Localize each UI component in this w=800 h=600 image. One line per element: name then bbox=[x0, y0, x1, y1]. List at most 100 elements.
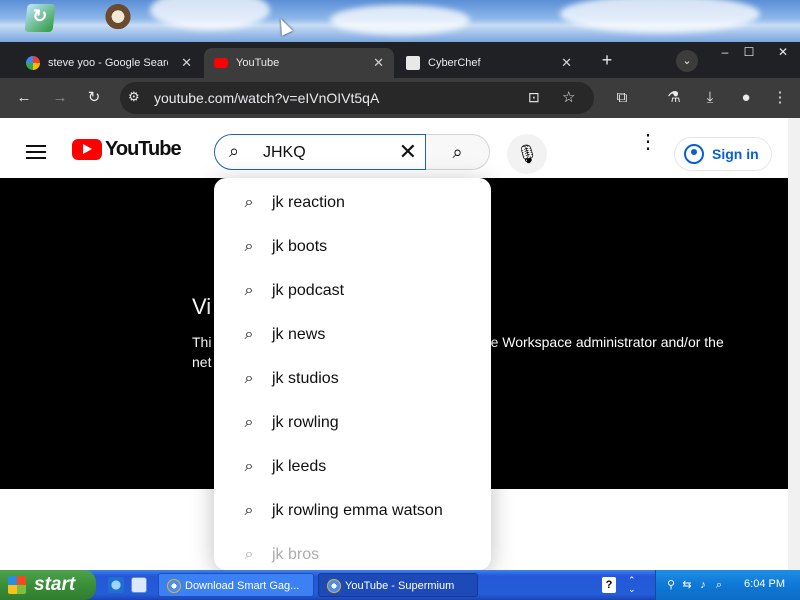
tab-title: steve yoo - Google Search bbox=[48, 57, 168, 69]
expand-chevron-icon[interactable]: ⌃ ⌄ bbox=[628, 576, 636, 594]
youtube-header: YouTube ⌕ JHKQ ✕ ⌕ 🎙 ⋮ Sign in bbox=[0, 122, 800, 180]
browser-app-icon bbox=[327, 579, 341, 593]
show-desktop-icon[interactable] bbox=[131, 577, 147, 593]
suggestion-item[interactable]: ⌕ jk news bbox=[214, 313, 491, 357]
search-box[interactable]: ⌕ JHKQ ✕ bbox=[214, 134, 426, 170]
cyberchef-icon bbox=[406, 56, 420, 70]
start-label: start bbox=[34, 574, 76, 595]
search-icon: ⌕ bbox=[244, 370, 254, 387]
safely-remove-icon[interactable]: ⇆ bbox=[680, 578, 694, 592]
suggestion-text: jk rowling emma watson bbox=[272, 502, 443, 519]
search-icon: ⌕ bbox=[244, 326, 254, 343]
message-start: Thi bbox=[192, 334, 212, 350]
player-error-heading: Vi bbox=[192, 294, 212, 319]
volume-icon[interactable]: ♪ bbox=[696, 578, 710, 592]
search-icon: ⌕ bbox=[244, 414, 254, 431]
suggestion-text: jk leeds bbox=[272, 458, 327, 475]
bookmark-star-icon[interactable]: ☆ bbox=[562, 88, 575, 106]
install-app-icon[interactable]: ⊡ bbox=[528, 89, 540, 106]
suggestion-item[interactable]: ⌕ jk rowling emma watson bbox=[214, 489, 491, 533]
suggestion-item[interactable]: ⌕ jk reaction bbox=[214, 181, 491, 225]
back-arrow-icon[interactable]: ← bbox=[14, 88, 34, 108]
search-icon: ⌕ bbox=[244, 458, 254, 475]
task-youtube-supermium[interactable]: YouTube - Supermium bbox=[318, 573, 478, 597]
tab-search-chevron-icon[interactable]: ⌄ bbox=[676, 50, 698, 72]
suggestion-item[interactable]: ⌕ jk studios bbox=[214, 357, 491, 401]
browser-toolbar: ← → ↻ ⚙ youtube.com/watch?v=eIVnOIVt5qA … bbox=[0, 78, 800, 118]
suggestion-item[interactable]: ⌕ jk podcast bbox=[214, 269, 491, 313]
message-line2: net bbox=[192, 354, 212, 370]
sign-in-label: Sign in bbox=[712, 146, 759, 162]
close-tab-icon[interactable]: ✕ bbox=[561, 55, 572, 71]
labs-flask-icon[interactable]: ⚗ bbox=[664, 88, 684, 108]
help-icon[interactable]: ? bbox=[602, 577, 616, 593]
downloads-icon[interactable]: ⤓ bbox=[700, 88, 720, 108]
search-button[interactable]: ⌕ bbox=[426, 134, 490, 170]
search-icon: ⌕ bbox=[244, 282, 254, 299]
network-icon[interactable]: ⚲ bbox=[664, 578, 678, 592]
windows-flag-icon bbox=[8, 576, 26, 594]
address-url[interactable]: youtube.com/watch?v=eIVnOIVt5qA bbox=[154, 90, 379, 106]
tab-youtube[interactable]: YouTube ✕ bbox=[204, 48, 394, 78]
suggestion-item[interactable]: ⌕ jk leeds bbox=[214, 445, 491, 489]
suggestion-text: jk podcast bbox=[272, 282, 345, 299]
cloud bbox=[330, 5, 470, 35]
search-tray-icon[interactable]: ⌕ bbox=[712, 578, 726, 592]
hamburger-menu-icon[interactable] bbox=[26, 141, 46, 163]
tab-title: CyberChef bbox=[428, 57, 481, 69]
suggestion-text: jk reaction bbox=[272, 194, 345, 211]
minimize-button[interactable]: – bbox=[712, 44, 738, 60]
close-window-button[interactable]: ✕ bbox=[770, 44, 796, 60]
tab-title: YouTube bbox=[236, 57, 280, 69]
task-title: Download Smart Gag... bbox=[185, 580, 300, 592]
raccoon-shortcut-icon[interactable] bbox=[104, 4, 132, 32]
google-icon bbox=[26, 56, 40, 70]
voice-search-mic-icon[interactable]: 🎙 bbox=[507, 134, 547, 174]
close-tab-icon[interactable]: ✕ bbox=[373, 55, 384, 71]
youtube-icon bbox=[214, 58, 228, 68]
desktop-background bbox=[0, 0, 800, 42]
search-icon: ⌕ bbox=[229, 141, 240, 161]
cloud bbox=[560, 0, 760, 33]
ie-quicklaunch-icon[interactable] bbox=[108, 577, 124, 593]
mouse-cursor-icon bbox=[275, 16, 293, 36]
task-title: YouTube - Supermium bbox=[345, 580, 455, 592]
logo-text: YouTube bbox=[105, 138, 182, 160]
suggestion-item[interactable]: ⌕ jk rowling bbox=[214, 401, 491, 445]
suggestion-item[interactable]: ⌕ jk bros bbox=[214, 533, 491, 570]
suggestion-item[interactable]: ⌕ jk boots bbox=[214, 225, 491, 269]
page-scrollbar[interactable] bbox=[788, 118, 800, 570]
new-tab-button[interactable]: + bbox=[598, 51, 616, 69]
profile-icon[interactable]: ● bbox=[736, 88, 756, 108]
system-tray: ⚲ ⇆ ♪ ⌕ 6:04 PM bbox=[655, 570, 800, 600]
maximize-button[interactable]: ☐ bbox=[736, 44, 762, 60]
suggestion-text: jk rowling bbox=[272, 414, 339, 431]
sign-in-button[interactable]: Sign in bbox=[674, 137, 772, 171]
taskbar: start Download Smart Gag... YouTube - Su… bbox=[0, 570, 800, 600]
search-input[interactable]: JHKQ bbox=[263, 144, 306, 162]
browser-app-icon bbox=[167, 579, 181, 593]
tab-google-search[interactable]: steve yoo - Google Search ✕ bbox=[16, 48, 202, 78]
youtube-logo[interactable]: YouTube bbox=[72, 138, 182, 161]
search-icon: ⌕ bbox=[244, 194, 254, 211]
search-icon: ⌕ bbox=[244, 546, 254, 563]
browser-menu-icon[interactable]: ⋮ bbox=[770, 88, 790, 108]
suggestion-text: jk boots bbox=[272, 238, 328, 255]
reload-icon[interactable]: ↻ bbox=[84, 88, 104, 108]
address-bar[interactable]: ⚙ youtube.com/watch?v=eIVnOIVt5qA ⊡ ☆ bbox=[120, 82, 594, 114]
forward-arrow-icon[interactable]: → bbox=[50, 88, 70, 108]
search-icon: ⌕ bbox=[244, 238, 254, 255]
start-button[interactable]: start bbox=[0, 570, 96, 600]
close-tab-icon[interactable]: ✕ bbox=[181, 55, 192, 71]
search-suggestions-dropdown: ⌕ jk reaction ⌕ jk boots ⌕ jk podcast ⌕ jk n… bbox=[214, 178, 491, 570]
extensions-icon[interactable]: ⧉ bbox=[612, 88, 632, 108]
site-info-icon[interactable]: ⚙ bbox=[128, 89, 140, 105]
tab-cyberchef[interactable]: CyberChef ✕ bbox=[396, 48, 582, 78]
settings-kebab-icon[interactable]: ⋮ bbox=[638, 132, 658, 152]
recycle-bin-icon[interactable] bbox=[24, 4, 56, 32]
tab-strip: steve yoo - Google Search ✕ YouTube ✕ Cy… bbox=[0, 42, 800, 78]
task-download-smart-gag[interactable]: Download Smart Gag... bbox=[158, 573, 314, 597]
suggestion-text: jk news bbox=[272, 326, 326, 343]
clear-search-icon[interactable]: ✕ bbox=[399, 139, 417, 165]
search-icon: ⌕ bbox=[244, 502, 254, 519]
